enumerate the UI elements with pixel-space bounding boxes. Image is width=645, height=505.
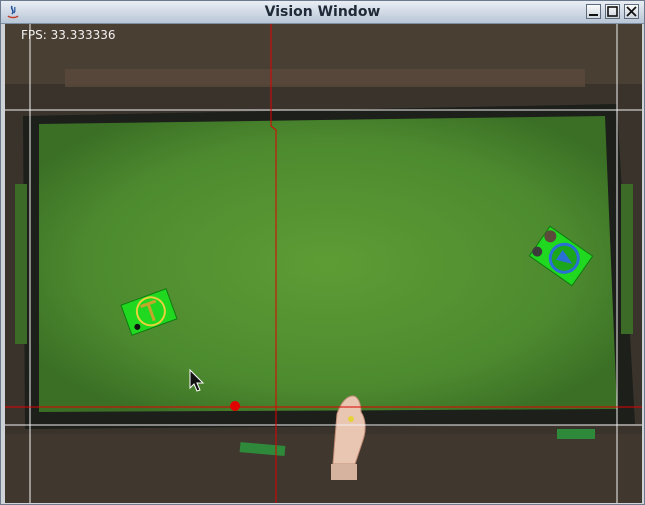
bottom-marker-right: [557, 429, 595, 439]
bottom-wall: [5, 434, 642, 503]
vision-window: Vision Window FPS: 33.333336: [0, 0, 645, 505]
minimize-button[interactable]: [586, 4, 601, 19]
left-goal: [15, 184, 27, 344]
ball-marker: [230, 401, 240, 411]
camera-feed: [5, 24, 642, 503]
top-rail: [65, 69, 585, 87]
window-title: Vision Window: [264, 4, 381, 20]
close-button[interactable]: [624, 4, 639, 19]
green-field: [39, 116, 617, 412]
right-goal: [621, 184, 633, 334]
minimize-icon: [589, 14, 598, 16]
title-bar[interactable]: Vision Window: [1, 1, 644, 24]
close-icon: [626, 6, 637, 17]
fps-readout: FPS: 33.333336: [21, 28, 116, 42]
maximize-button[interactable]: [605, 4, 620, 19]
camera-view[interactable]: FPS: 33.333336: [5, 24, 642, 503]
maximize-icon: [607, 6, 618, 17]
